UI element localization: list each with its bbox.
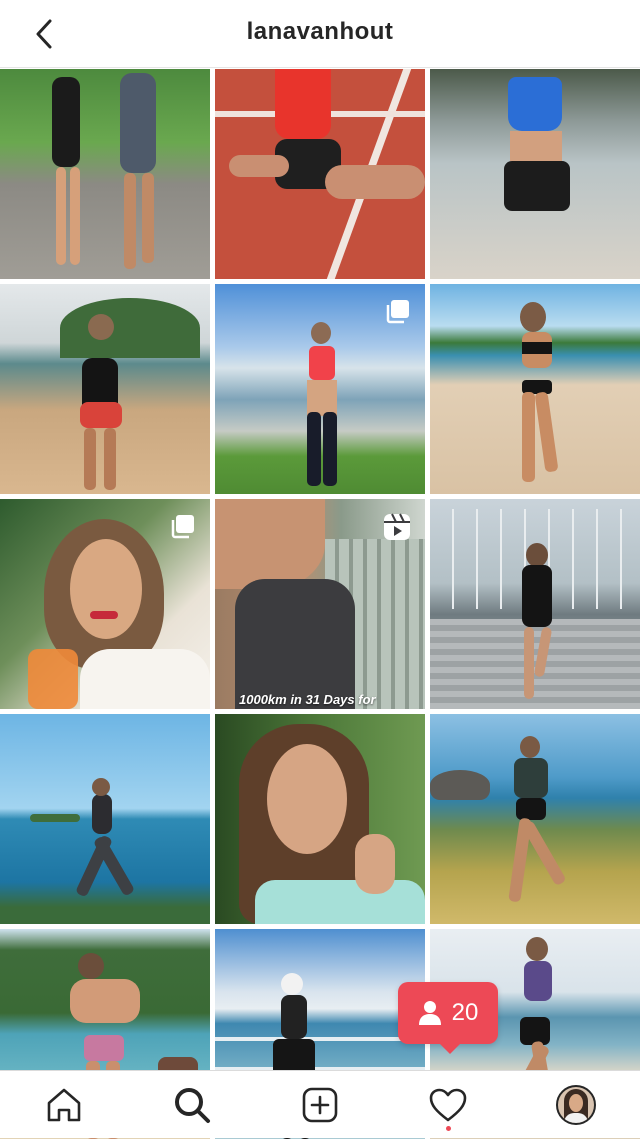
post-thumbnail[interactable] — [0, 714, 210, 924]
activity-tab[interactable] — [416, 1077, 480, 1133]
reel-icon — [383, 513, 411, 546]
new-post-icon — [302, 1087, 338, 1122]
video-caption: 1000km in 31 Days for — [239, 692, 376, 707]
post-grid: 1000km in 31 Days for — [0, 69, 640, 1139]
profile-avatar — [556, 1084, 596, 1125]
follow-count: 20 — [451, 999, 479, 1026]
activity-indicator-dot — [446, 1125, 451, 1131]
post-thumbnail[interactable] — [430, 714, 640, 924]
post-thumbnail[interactable] — [430, 499, 640, 709]
home-tab[interactable] — [32, 1077, 96, 1133]
follow-notification-badge[interactable]: 20 — [398, 982, 498, 1054]
post-thumbnail[interactable] — [215, 69, 425, 279]
post-thumbnail[interactable] — [430, 284, 640, 494]
post-thumbnail[interactable] — [215, 284, 425, 494]
profile-username: lanavanhout — [246, 18, 394, 45]
search-tab[interactable] — [160, 1077, 224, 1133]
top-bar: lanavanhout — [0, 0, 640, 68]
post-thumbnail[interactable] — [0, 499, 210, 709]
carousel-icon — [170, 513, 196, 544]
new-post-tab[interactable] — [288, 1077, 352, 1133]
person-icon — [418, 1001, 441, 1025]
post-thumbnail[interactable]: 1000km in 31 Days for — [215, 499, 425, 709]
post-thumbnail[interactable] — [0, 69, 210, 279]
heart-icon — [429, 1088, 467, 1121]
bottom-navigation — [0, 1070, 640, 1138]
carousel-icon — [385, 298, 411, 329]
post-thumbnail[interactable] — [215, 714, 425, 924]
post-thumbnail[interactable] — [0, 284, 210, 494]
search-icon — [175, 1087, 210, 1123]
post-thumbnail[interactable] — [430, 69, 640, 279]
home-icon — [47, 1088, 81, 1121]
profile-tab[interactable] — [544, 1077, 608, 1133]
